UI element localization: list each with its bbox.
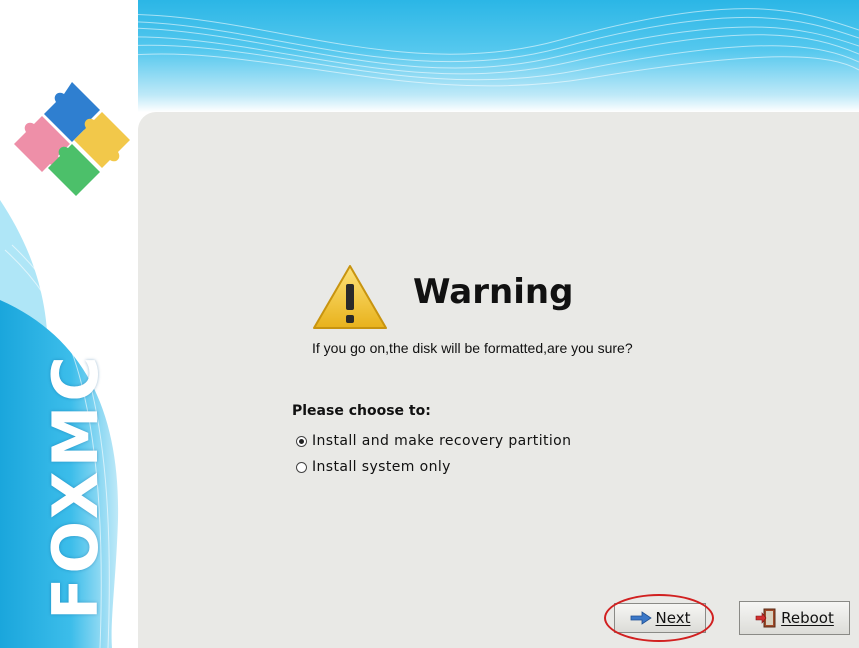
radio-install-system-only[interactable]: Install system only — [296, 459, 451, 475]
radio-label-install-recovery: Install and make recovery partition — [312, 433, 572, 449]
installer-screen: FOXMC Warning If you go on,the disk will… — [0, 0, 859, 648]
arrow-right-icon — [630, 611, 652, 625]
next-button[interactable]: Next — [614, 603, 706, 633]
radio-install-recovery[interactable]: Install and make recovery partition — [296, 433, 571, 449]
next-button-label: Next — [655, 609, 691, 627]
warning-message: If you go on,the disk will be formatted,… — [312, 340, 633, 356]
warning-icon — [313, 265, 387, 329]
radio-button-checked[interactable] — [296, 435, 307, 447]
main-panel — [138, 112, 859, 648]
reboot-button-label: Reboot — [781, 609, 834, 627]
exit-door-icon — [755, 608, 776, 628]
brand-logo-text: FOXMC — [36, 352, 116, 620]
radio-button-unchecked[interactable] — [296, 461, 307, 473]
choose-label: Please choose to: — [292, 403, 431, 419]
radio-label-install-system-only: Install system only — [312, 459, 451, 475]
puzzle-logo-icon — [14, 82, 130, 196]
brand-name: FOXMC — [39, 352, 112, 620]
warning-title: Warning — [413, 272, 574, 312]
reboot-button[interactable]: Reboot — [739, 601, 850, 635]
